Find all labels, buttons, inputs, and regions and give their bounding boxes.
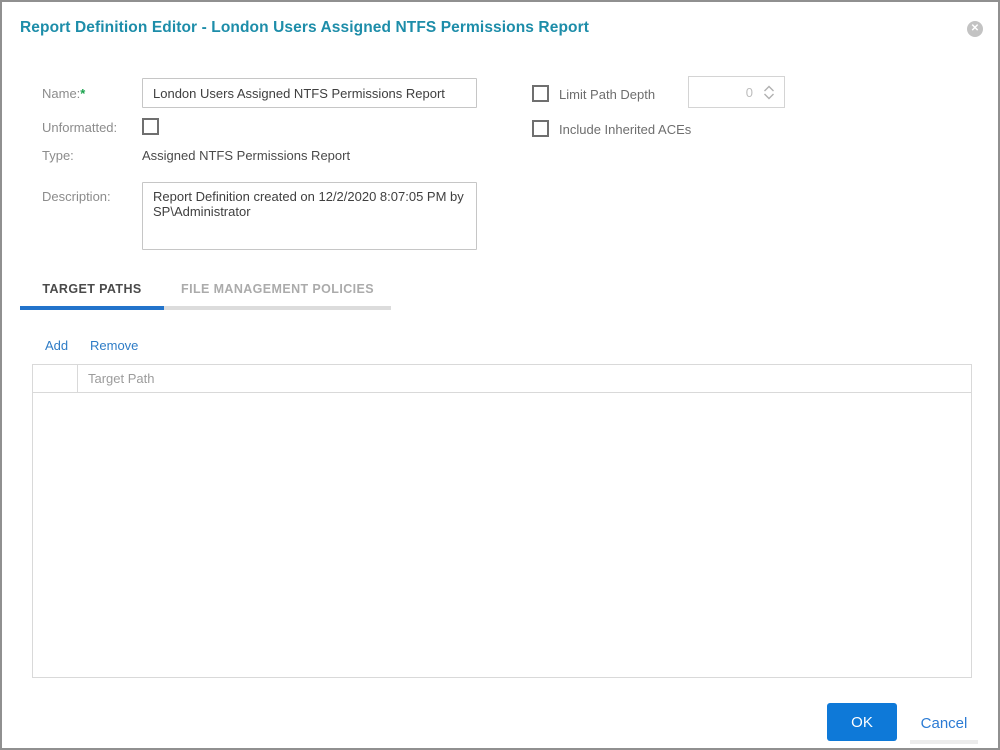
description-label: Description: <box>42 189 111 204</box>
table-header-target-path[interactable]: Target Path <box>78 365 971 392</box>
type-value: Assigned NTFS Permissions Report <box>142 148 351 163</box>
unformatted-label: Unformatted: <box>42 120 118 135</box>
remove-link[interactable]: Remove <box>90 338 138 353</box>
limit-path-depth-label: Limit Path Depth <box>559 87 656 102</box>
target-paths-table: Target Path <box>32 364 972 678</box>
report-definition-editor-dialog: Report Definition Editor - London Users … <box>0 0 1000 750</box>
add-link[interactable]: Add <box>45 338 68 353</box>
table-header-row: Target Path <box>33 365 971 393</box>
cancel-button[interactable]: Cancel <box>910 706 978 744</box>
include-inherited-aces-label: Include Inherited ACEs <box>559 122 692 137</box>
name-input[interactable] <box>142 78 477 108</box>
name-label: Name:* <box>42 86 86 101</box>
tab-target-paths[interactable]: TARGET PATHS <box>20 278 164 310</box>
type-label: Type: <box>42 148 74 163</box>
limit-path-depth-checkbox[interactable] <box>532 85 549 102</box>
description-textarea[interactable]: Report Definition created on 12/2/2020 8… <box>142 182 477 250</box>
tab-file-management-policies[interactable]: FILE MANAGEMENT POLICIES <box>164 278 391 310</box>
tab-file-management-policies-label: FILE MANAGEMENT POLICIES <box>181 282 374 296</box>
table-header-selector-column <box>33 365 78 392</box>
tab-bar: TARGET PATHS FILE MANAGEMENT POLICIES <box>20 278 391 310</box>
ok-button[interactable]: OK <box>827 703 897 741</box>
tab-target-paths-label: TARGET PATHS <box>42 282 142 296</box>
path-depth-spinner[interactable]: 0 <box>688 76 785 108</box>
table-body-empty[interactable] <box>33 393 971 677</box>
include-inherited-aces-checkbox[interactable] <box>532 120 549 137</box>
path-depth-value: 0 <box>745 84 753 100</box>
required-asterisk: * <box>80 86 86 101</box>
close-icon[interactable]: ✕ <box>967 21 983 37</box>
unformatted-checkbox[interactable] <box>142 118 159 135</box>
dialog-title: Report Definition Editor - London Users … <box>20 19 589 36</box>
spinner-updown-icon[interactable] <box>763 85 775 100</box>
